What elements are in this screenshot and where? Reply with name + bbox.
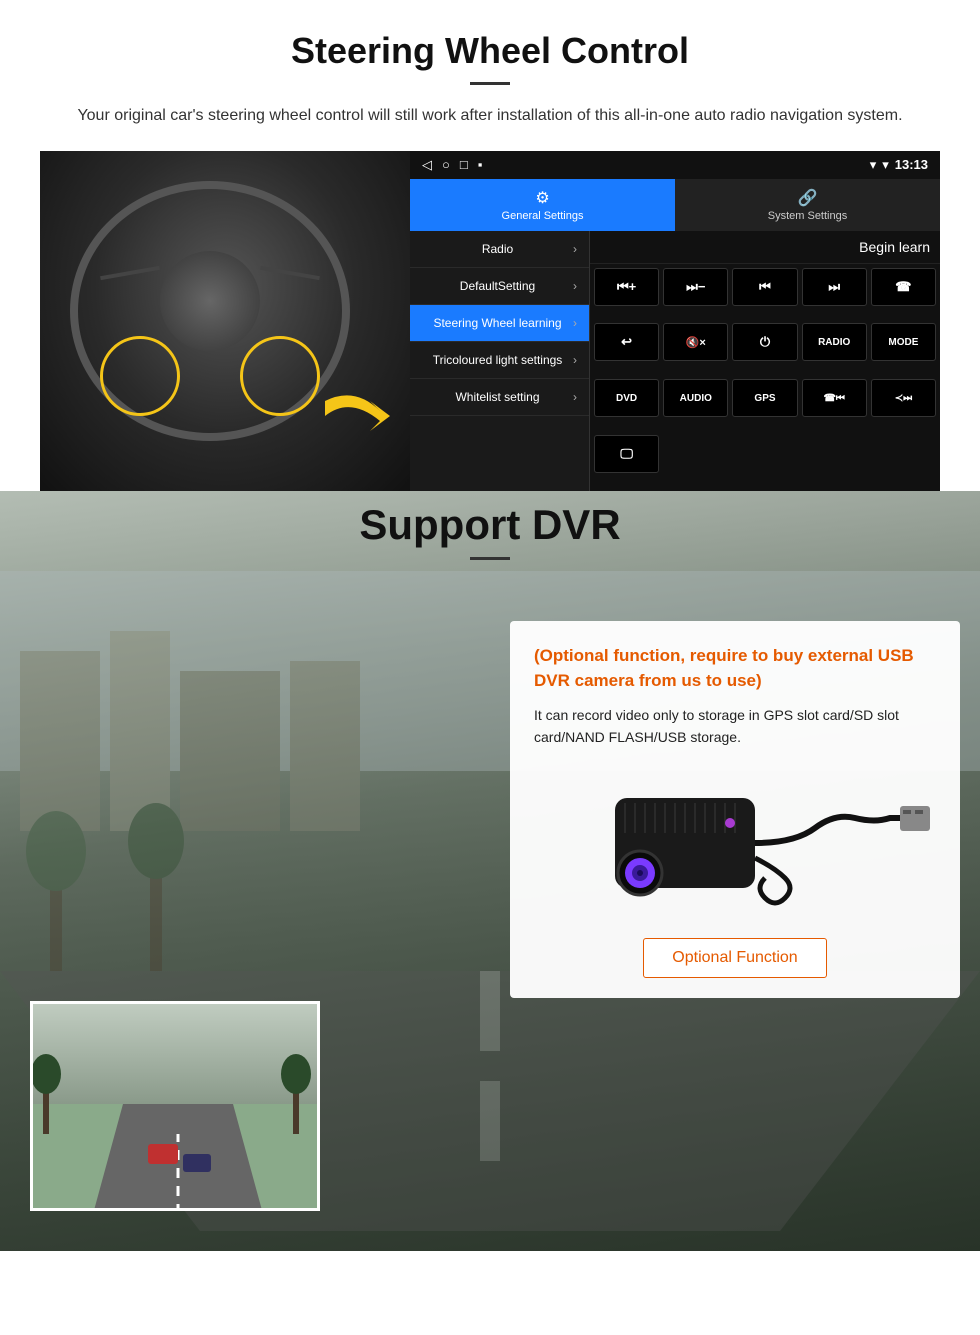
dvr-background: Support DVR xyxy=(0,491,980,1251)
menu-whitelist-chevron: › xyxy=(573,390,577,404)
menu-steering-label: Steering Wheel learning xyxy=(422,316,573,330)
steering-wheel-center xyxy=(160,251,260,351)
optional-function-button[interactable]: Optional Function xyxy=(643,938,826,978)
ctrl-call[interactable]: ☎ xyxy=(871,268,936,306)
dvr-inset-screenshot xyxy=(30,1001,320,1211)
tab-general-settings[interactable]: ⚙ General Settings xyxy=(410,179,675,231)
optional-btn-container: Optional Function xyxy=(534,928,936,978)
dvr-title: Support DVR xyxy=(0,501,980,549)
menu-whitelist-label: Whitelist setting xyxy=(422,390,573,404)
title-divider xyxy=(470,82,510,85)
menu-item-radio[interactable]: Radio › xyxy=(410,231,589,268)
tab-system-settings[interactable]: 🔗 System Settings xyxy=(675,179,940,231)
page-title: Steering Wheel Control xyxy=(40,30,940,72)
ctrl-vol-up[interactable]: ⏮+ xyxy=(594,268,659,306)
section-subtitle: Your original car's steering wheel contr… xyxy=(40,103,940,129)
menu-tricoloured-label: Tricoloured light settings xyxy=(422,353,573,367)
ctrl-radio[interactable]: RADIO xyxy=(802,323,867,361)
ctrl-mute[interactable]: 🔇× xyxy=(663,323,728,361)
steering-composite: ◁ ○ □ ▪ ▾ ▾ 13:13 ⚙ General Settings xyxy=(40,151,940,491)
steering-wheel-image xyxy=(40,151,410,491)
dvr-section: Support DVR xyxy=(0,491,980,1251)
signal-icon: ▾ xyxy=(870,157,877,173)
ctrl-audio[interactable]: AUDIO xyxy=(663,379,728,417)
dvr-camera-illustration xyxy=(534,768,936,928)
recent-nav-icon: □ xyxy=(460,157,468,172)
menu-tricoloured-chevron: › xyxy=(573,353,577,367)
ctrl-gps[interactable]: GPS xyxy=(732,379,797,417)
ctrl-power[interactable]: ⏻ xyxy=(732,323,797,361)
ctrl-back[interactable]: ↩ xyxy=(594,323,659,361)
menu-default-label: DefaultSetting xyxy=(422,279,573,293)
begin-learn-button[interactable]: Begin learn xyxy=(859,239,930,255)
inset-road-svg xyxy=(33,1004,320,1211)
menu-item-tricoloured[interactable]: Tricoloured light settings › xyxy=(410,342,589,379)
dvr-divider xyxy=(470,557,510,560)
camera-svg xyxy=(535,768,935,928)
ctrl-next[interactable]: ⏭ xyxy=(802,268,867,306)
ctrl-vol-down[interactable]: ⏭− xyxy=(663,268,728,306)
android-menu: Radio › DefaultSetting › Steering Wheel … xyxy=(410,231,590,491)
tab-bar: ⚙ General Settings 🔗 System Settings xyxy=(410,179,940,231)
status-right: ▾ ▾ 13:13 xyxy=(870,157,928,173)
highlight-circle-right xyxy=(240,336,320,416)
dvr-title-area: Support DVR xyxy=(0,501,980,560)
tab-general-label: General Settings xyxy=(502,210,584,222)
status-time: 13:13 xyxy=(895,157,928,172)
menu-item-default-setting[interactable]: DefaultSetting › xyxy=(410,268,589,305)
ctrl-mode[interactable]: MODE xyxy=(871,323,936,361)
menu-default-chevron: › xyxy=(573,279,577,293)
tab-system-label: System Settings xyxy=(768,210,847,222)
begin-learn-row: Begin learn xyxy=(590,231,940,264)
menu-nav-icon: ▪ xyxy=(478,157,483,172)
ctrl-prev[interactable]: ⏮ xyxy=(732,268,797,306)
highlight-circle-left xyxy=(100,336,180,416)
steering-wheel-section: Steering Wheel Control Your original car… xyxy=(0,0,980,491)
general-settings-icon: ⚙ xyxy=(535,188,549,208)
dvr-info-card: (Optional function, require to buy exter… xyxy=(510,621,960,999)
android-main-content: Radio › DefaultSetting › Steering Wheel … xyxy=(410,231,940,491)
menu-item-steering-wheel[interactable]: Steering Wheel learning › xyxy=(410,305,589,342)
dvr-optional-title: (Optional function, require to buy exter… xyxy=(534,643,936,694)
menu-item-whitelist[interactable]: Whitelist setting › xyxy=(410,379,589,416)
ctrl-screen[interactable]: 🖵 xyxy=(594,435,659,473)
menu-steering-chevron: › xyxy=(573,316,577,330)
ctrl-dvd[interactable]: DVD xyxy=(594,379,659,417)
back-nav-icon: ◁ xyxy=(422,157,432,173)
wifi-icon: ▾ xyxy=(882,157,889,173)
ctrl-call-prev[interactable]: ☎⏮ xyxy=(802,379,867,417)
android-ui-panel: ◁ ○ □ ▪ ▾ ▾ 13:13 ⚙ General Settings xyxy=(410,151,940,491)
home-nav-icon: ○ xyxy=(442,157,450,172)
dvr-info-body: It can record video only to storage in G… xyxy=(534,704,936,749)
menu-radio-chevron: › xyxy=(573,242,577,256)
nav-icons: ◁ ○ □ ▪ xyxy=(422,157,482,173)
yellow-arrow xyxy=(315,381,395,441)
ctrl-call-next[interactable]: ≺⏭ xyxy=(871,379,936,417)
car-background xyxy=(40,151,410,491)
android-right-panel: Begin learn ⏮+ ⏭− ⏮ ⏭ ☎ ↩ 🔇× ⏻ RADIO MOD… xyxy=(590,231,940,491)
inset-road-image xyxy=(33,1004,317,1208)
control-button-grid: ⏮+ ⏭− ⏮ ⏭ ☎ ↩ 🔇× ⏻ RADIO MODE DVD AUDIO … xyxy=(590,264,940,491)
status-bar: ◁ ○ □ ▪ ▾ ▾ 13:13 xyxy=(410,151,940,179)
menu-radio-label: Radio xyxy=(422,242,573,256)
system-settings-icon: 🔗 xyxy=(798,188,818,208)
